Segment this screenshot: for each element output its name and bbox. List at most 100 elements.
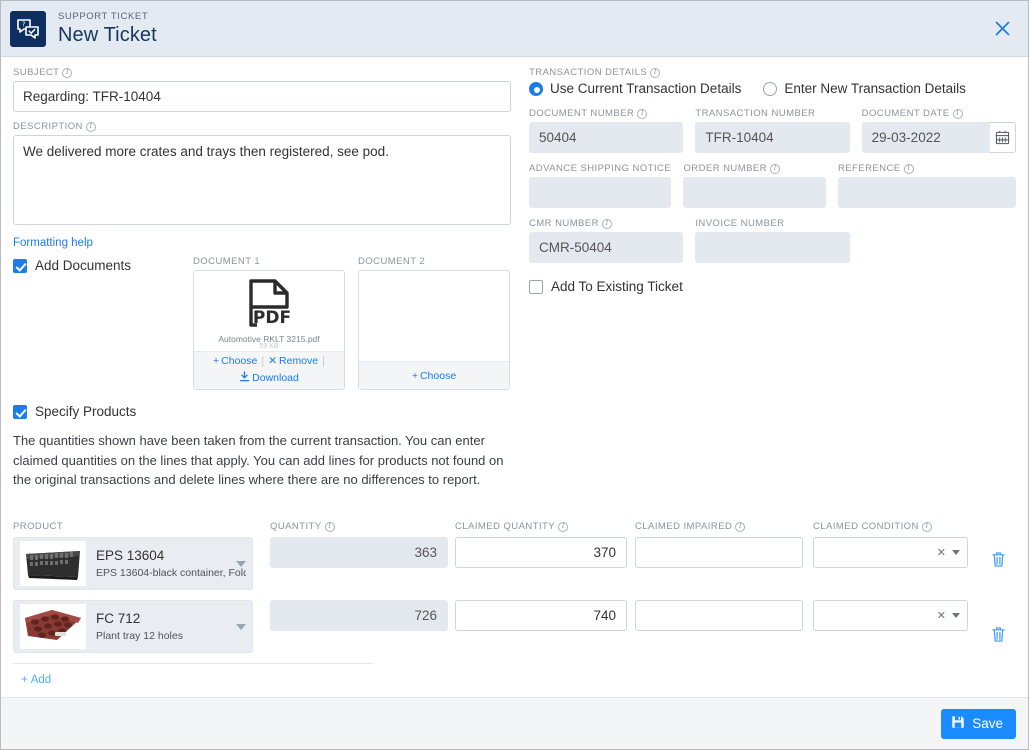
- claimed-impaired-input[interactable]: [635, 600, 803, 631]
- radio-enter-new-label: Enter New Transaction Details: [784, 81, 966, 96]
- close-icon: ✕: [268, 355, 277, 367]
- info-icon[interactable]: i: [953, 109, 963, 119]
- info-icon[interactable]: i: [735, 522, 745, 532]
- download-icon: [239, 371, 250, 385]
- info-icon[interactable]: i: [650, 68, 660, 78]
- info-icon[interactable]: i: [62, 68, 72, 78]
- document-1-filesize: 59 KB: [259, 343, 278, 350]
- advance-shipping-notice-group: ADVANCE SHIPPING NOTICE: [529, 163, 671, 208]
- product-selector[interactable]: EPS 13604 EPS 13604-black container, Fol…: [13, 537, 253, 590]
- add-line-button[interactable]: + Add: [21, 674, 51, 686]
- documents-section: Add Documents DOCUMENT 1 PDF: [13, 256, 511, 390]
- reference-label: REFERENCE i: [838, 163, 1016, 174]
- product-name: FC 712: [96, 611, 183, 627]
- info-icon[interactable]: i: [637, 109, 647, 119]
- document-2-card: + Choose: [358, 270, 510, 390]
- checkbox-box: [529, 280, 543, 294]
- subject-label-text: SUBJECT: [13, 67, 59, 78]
- advance-shipping-notice-input[interactable]: [529, 177, 671, 208]
- label-text: ORDER NUMBER: [683, 163, 767, 174]
- delete-row-button[interactable]: [991, 551, 1006, 573]
- radio-dot: [529, 82, 543, 96]
- subject-label: SUBJECT i: [13, 67, 511, 78]
- save-label: Save: [972, 716, 1003, 731]
- radio-enter-new-transaction[interactable]: Enter New Transaction Details: [763, 81, 966, 96]
- info-icon[interactable]: i: [904, 164, 914, 174]
- description-textarea[interactable]: We delivered more crates and trays then …: [13, 135, 511, 225]
- dialog-footer: Save: [1, 697, 1028, 749]
- order-number-input[interactable]: [683, 177, 825, 208]
- invoice-number-input[interactable]: [695, 232, 849, 263]
- description-field-group: DESCRIPTION i We delivered more crates a…: [13, 121, 511, 230]
- add-to-existing-ticket-checkbox[interactable]: Add To Existing Ticket: [529, 279, 1016, 294]
- remove-label: Remove: [279, 355, 318, 367]
- document-1-choose-button[interactable]: + Choose: [213, 355, 257, 367]
- document-number-input[interactable]: [529, 122, 683, 153]
- formatting-help-link[interactable]: Formatting help: [13, 237, 93, 249]
- column-header-claimed-quantity: CLAIMED QUANTITY i: [455, 521, 627, 532]
- transaction-number-label: TRANSACTION NUMBER: [695, 108, 849, 119]
- plus-icon: +: [213, 355, 219, 367]
- chevron-down-icon[interactable]: [236, 624, 246, 630]
- subject-input[interactable]: [13, 81, 511, 112]
- product-name: EPS 13604: [96, 548, 246, 564]
- clear-icon[interactable]: ✕: [937, 546, 946, 559]
- download-label: Download: [252, 372, 299, 384]
- divider: |: [322, 355, 325, 367]
- checkbox-box: [13, 259, 27, 273]
- table-header-row: PRODUCT QUANTITY i CLAIMED QUANTITY i CL…: [13, 521, 1018, 535]
- save-button[interactable]: Save: [941, 709, 1016, 739]
- document-1-actions: + Choose | ✕ Remove |: [194, 351, 344, 389]
- claimed-impaired-input[interactable]: [635, 537, 803, 568]
- product-thumbnail-black-foldable-crate: [20, 541, 86, 586]
- delete-row-button[interactable]: [991, 626, 1006, 648]
- transaction-number-input[interactable]: [695, 122, 849, 153]
- reference-group: REFERENCE i: [838, 163, 1016, 208]
- specify-products-checkbox[interactable]: Specify Products: [13, 404, 511, 419]
- document-slot-1: DOCUMENT 1 PDF Automotive RKLT 3215.pdf …: [193, 256, 345, 390]
- info-icon[interactable]: i: [602, 219, 612, 229]
- add-documents-checkbox[interactable]: Add Documents: [13, 258, 193, 273]
- chevron-down-icon[interactable]: [952, 550, 960, 555]
- description-label: DESCRIPTION i: [13, 121, 511, 132]
- calendar-icon[interactable]: [990, 122, 1016, 153]
- product-description: Plant tray 12 holes: [96, 630, 183, 642]
- label-text: DOCUMENT DATE: [862, 108, 950, 119]
- document-1-remove-button[interactable]: ✕ Remove: [268, 355, 318, 367]
- document-date-input[interactable]: [862, 122, 990, 153]
- cmr-number-group: CMR NUMBER i: [529, 218, 683, 263]
- cmr-number-input[interactable]: [529, 232, 683, 263]
- new-ticket-dialog: ? SUPPORT TICKET New Ticket SUBJECT i: [1, 1, 1028, 749]
- quantity-input[interactable]: [270, 537, 448, 568]
- document-2-preview: [359, 271, 509, 361]
- reference-input[interactable]: [838, 177, 1016, 208]
- info-icon[interactable]: i: [86, 122, 96, 132]
- info-icon[interactable]: i: [922, 522, 932, 532]
- document-1-preview: PDF Automotive RKLT 3215.pdf 59 KB: [194, 271, 344, 351]
- info-icon[interactable]: i: [325, 522, 335, 532]
- clear-icon[interactable]: ✕: [937, 609, 946, 622]
- label-text: CLAIMED IMPAIRED: [635, 521, 732, 532]
- quantity-input[interactable]: [270, 600, 448, 631]
- info-icon[interactable]: i: [558, 522, 568, 532]
- subject-field-group: SUBJECT i: [13, 67, 511, 112]
- close-icon[interactable]: [988, 15, 1016, 43]
- label-text: CLAIMED QUANTITY: [455, 521, 555, 532]
- cmr-number-label: CMR NUMBER i: [529, 218, 683, 229]
- info-icon[interactable]: i: [770, 164, 780, 174]
- checkbox-box: [13, 405, 27, 419]
- advance-shipping-notice-label: ADVANCE SHIPPING NOTICE: [529, 163, 671, 174]
- product-selector[interactable]: FC 712 Plant tray 12 holes: [13, 600, 253, 653]
- radio-use-current-transaction[interactable]: Use Current Transaction Details: [529, 81, 741, 96]
- claimed-quantity-input[interactable]: [455, 600, 627, 631]
- chevron-down-icon[interactable]: [236, 561, 246, 567]
- document-2-choose-button[interactable]: + Choose: [412, 370, 456, 382]
- trash-icon: [991, 626, 1006, 643]
- claimed-quantity-input[interactable]: [455, 537, 627, 568]
- table-row: FC 712 Plant tray 12 holes ✕: [13, 600, 1018, 653]
- products-note: The quantities shown have been taken fro…: [13, 431, 511, 490]
- document-number-label: DOCUMENT NUMBER i: [529, 108, 683, 119]
- chevron-down-icon[interactable]: [952, 613, 960, 618]
- choose-label: Choose: [420, 370, 456, 382]
- document-1-download-button[interactable]: Download: [194, 371, 344, 385]
